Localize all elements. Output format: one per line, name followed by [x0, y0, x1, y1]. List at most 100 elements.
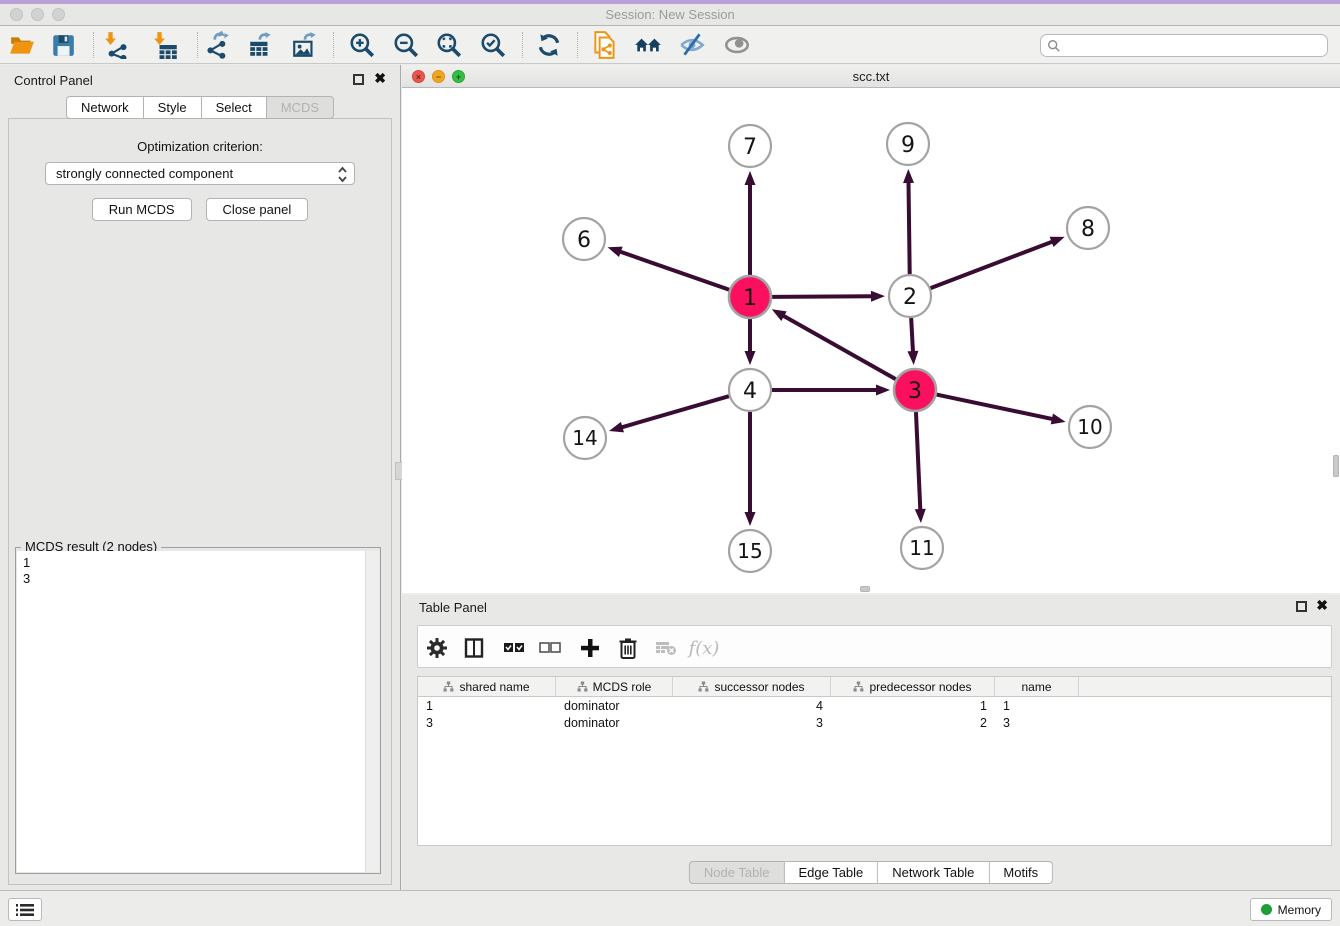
table-cell[interactable]: 3: [673, 714, 831, 731]
run-mcds-button[interactable]: Run MCDS: [92, 198, 192, 221]
column-header-predecessor-nodes[interactable]: predecessor nodes: [831, 677, 995, 696]
graph-edge-arrow: [745, 171, 756, 185]
column-header-label: predecessor nodes: [869, 680, 971, 694]
graph-edge[interactable]: [621, 396, 729, 428]
table-float-panel-icon[interactable]: [1296, 601, 1307, 612]
zoom-fit-icon[interactable]: [434, 30, 464, 60]
network-graph: 7968124314101511: [402, 88, 1340, 593]
tab-select[interactable]: Select: [202, 96, 267, 119]
show-eye-icon[interactable]: [722, 30, 752, 60]
network-window-title: scc.txt: [402, 69, 1340, 84]
graph-edge[interactable]: [908, 181, 909, 274]
open-file-icon[interactable]: [7, 30, 37, 60]
tab-network-table[interactable]: Network Table: [878, 861, 989, 884]
import-network-icon[interactable]: [102, 30, 132, 60]
table-cell[interactable]: dominator: [556, 714, 673, 731]
zoom-selected-icon[interactable]: [478, 30, 508, 60]
table-row[interactable]: 3dominator323: [418, 714, 1331, 731]
table-cell[interactable]: 1: [418, 697, 556, 714]
table-cell[interactable]: 1: [831, 697, 995, 714]
control-panel: Control Panel ✖ Network Style Select MCD…: [0, 65, 401, 890]
column-header-MCDS-role[interactable]: MCDS role: [556, 677, 673, 696]
search-field[interactable]: [1040, 34, 1328, 57]
search-input[interactable]: [1065, 37, 1327, 55]
gear-icon[interactable]: [423, 634, 451, 662]
columns-icon[interactable]: [460, 634, 488, 662]
table-cell[interactable]: dominator: [556, 697, 673, 714]
mcds-result-list[interactable]: 1 3: [17, 551, 379, 872]
list-icon: [16, 903, 34, 917]
export-image-icon[interactable]: [290, 30, 320, 60]
deselect-all-icon[interactable]: [536, 634, 564, 662]
select-all-icon[interactable]: [500, 634, 528, 662]
graph-node-label: 1: [743, 286, 757, 311]
hide-neighbors-icon[interactable]: [677, 30, 707, 60]
tab-network[interactable]: Network: [66, 96, 144, 119]
table-cell[interactable]: 3: [995, 714, 1079, 731]
save-session-icon[interactable]: [48, 30, 78, 60]
mcds-result-scrollbar[interactable]: [365, 551, 379, 872]
tab-edge-table[interactable]: Edge Table: [784, 861, 878, 884]
search-icon: [1047, 39, 1061, 53]
close-panel-icon[interactable]: ✖: [374, 71, 386, 85]
network-window-titlebar[interactable]: × − + scc.txt: [402, 65, 1340, 88]
network-canvas[interactable]: 7968124314101511: [402, 88, 1340, 593]
table-cell[interactable]: 2: [831, 714, 995, 731]
main-toolbar: [0, 26, 1340, 64]
column-header-shared-name[interactable]: shared name: [418, 677, 556, 696]
horizontal-scrollbar-thumb[interactable]: [860, 586, 870, 592]
graph-edge[interactable]: [931, 241, 1054, 288]
delete-column-icon[interactable]: [614, 634, 642, 662]
refresh-icon[interactable]: [534, 30, 564, 60]
export-table-icon[interactable]: [246, 30, 276, 60]
table-row[interactable]: 1dominator411: [418, 697, 1331, 714]
close-panel-button[interactable]: Close panel: [206, 198, 309, 221]
tab-style[interactable]: Style: [144, 96, 202, 119]
home-icon[interactable]: [633, 30, 663, 60]
memory-button[interactable]: Memory: [1250, 898, 1332, 921]
task-history-button[interactable]: [8, 898, 42, 921]
mcds-tab-panel: Optimization criterion: strongly connect…: [8, 118, 392, 885]
table-close-panel-icon[interactable]: ✖: [1316, 598, 1328, 612]
graph-edge-arrow: [745, 512, 756, 526]
graph-edge[interactable]: [619, 251, 729, 290]
column-header-successor-nodes[interactable]: successor nodes: [673, 677, 831, 696]
column-header-name[interactable]: name: [995, 677, 1079, 696]
tab-mcds[interactable]: MCDS: [267, 96, 334, 119]
column-header-label: name: [1021, 680, 1051, 694]
graph-edge-arrow: [608, 247, 623, 257]
graph-edge[interactable]: [772, 296, 873, 297]
table-cell[interactable]: 1: [995, 697, 1079, 714]
column-header-label: shared name: [459, 680, 529, 694]
graph-node-label: 8: [1081, 217, 1095, 242]
function-builder-icon[interactable]: f(x): [690, 634, 718, 662]
optimization-criterion-label: Optimization criterion:: [9, 139, 391, 154]
graph-edge[interactable]: [916, 412, 920, 511]
toolbar-separator: [333, 32, 334, 58]
graph-edge[interactable]: [782, 315, 896, 379]
add-column-icon[interactable]: [576, 634, 604, 662]
column-header-label: MCDS role: [593, 680, 652, 694]
duplicate-network-icon[interactable]: [590, 30, 620, 60]
graph-edge[interactable]: [911, 318, 913, 353]
graph-edge[interactable]: [937, 395, 1054, 420]
zoom-in-icon[interactable]: [347, 30, 377, 60]
graph-edge-arrow: [907, 351, 918, 365]
vertical-scrollbar-thumb[interactable]: [1333, 455, 1339, 477]
zoom-out-icon[interactable]: [391, 30, 421, 60]
import-table-icon[interactable]: [151, 30, 181, 60]
optimization-criterion-value: strongly connected component: [56, 166, 233, 181]
column-header-label: successor nodes: [714, 680, 804, 694]
tab-motifs[interactable]: Motifs: [989, 861, 1053, 884]
delete-table-icon[interactable]: [652, 634, 680, 662]
graph-node-label: 9: [901, 133, 915, 158]
table-cell[interactable]: 3: [418, 714, 556, 731]
control-panel-tabs: Network Style Select MCDS: [66, 96, 334, 119]
float-panel-icon[interactable]: [353, 74, 364, 85]
export-network-icon[interactable]: [203, 30, 233, 60]
optimization-criterion-select[interactable]: strongly connected component: [45, 162, 355, 185]
tab-node-table[interactable]: Node Table: [689, 861, 785, 884]
node-table: shared name MCDS role successor nodes prede…: [417, 676, 1332, 846]
toolbar-separator: [197, 32, 198, 58]
table-cell[interactable]: 4: [673, 697, 831, 714]
